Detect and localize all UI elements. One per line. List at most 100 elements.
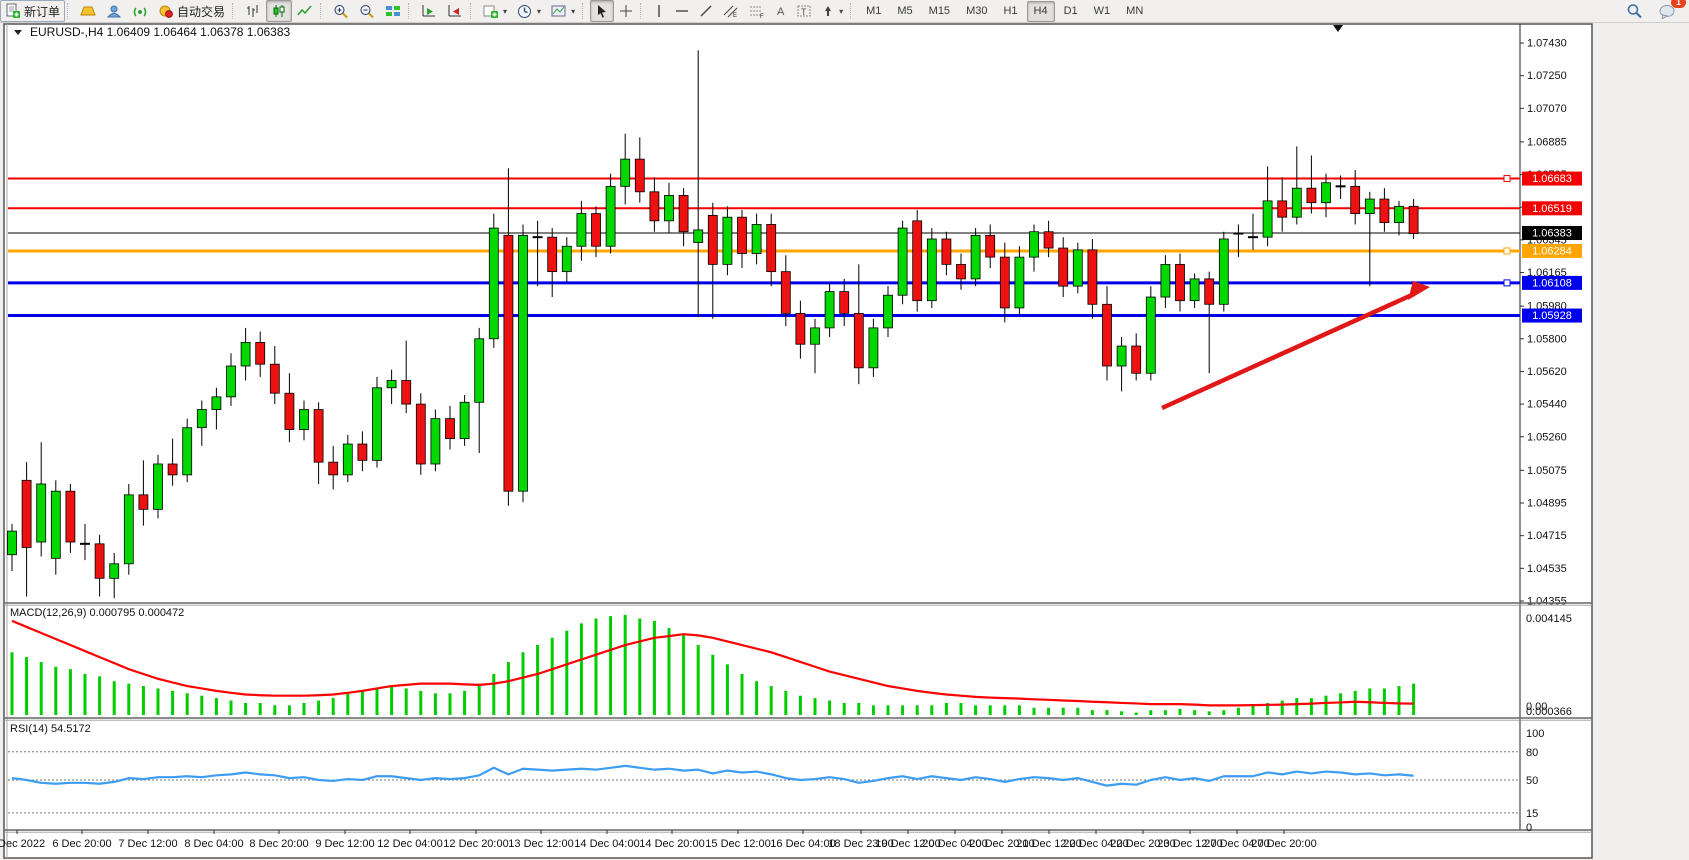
- y-axis-label: 1.06885: [1527, 136, 1567, 148]
- candle-body: [446, 419, 455, 439]
- candle-body: [592, 214, 601, 247]
- candle-body: [504, 235, 513, 491]
- y-axis-label: 1.05440: [1527, 399, 1567, 411]
- y-axis-label: 1.05260: [1527, 431, 1567, 443]
- candle-body: [373, 388, 382, 461]
- search-button[interactable]: [1621, 0, 1648, 22]
- timeframe-button-m1[interactable]: M1: [859, 1, 888, 22]
- horizontal-line-tool-button[interactable]: [670, 0, 694, 22]
- toolbar-separator: [320, 3, 326, 19]
- candle-body: [110, 564, 119, 579]
- price-line-handle[interactable]: [1504, 176, 1510, 182]
- line-chart-icon: [297, 4, 313, 18]
- tile-windows-button[interactable]: [380, 0, 406, 22]
- zoom-out-button[interactable]: [354, 0, 380, 22]
- fibonacci-tool-button[interactable]: F: [744, 0, 770, 22]
- rsi-axis-label: 100: [1526, 728, 1544, 740]
- timeframe-button-m5[interactable]: M5: [890, 1, 919, 22]
- timeframe-button-d1[interactable]: D1: [1057, 1, 1085, 22]
- time-label: 12 Dec 20:00: [443, 838, 508, 850]
- candle-body: [416, 404, 425, 464]
- line-chart-button[interactable]: [292, 0, 318, 22]
- candle-body: [270, 364, 279, 393]
- timeframe-button-h4[interactable]: H4: [1027, 1, 1055, 22]
- new-order-label: 新订单: [24, 3, 60, 20]
- arrows-tool-button[interactable]: ▾: [816, 0, 848, 22]
- chat-button[interactable]: 1: [1654, 0, 1681, 22]
- signals-button[interactable]: [127, 0, 153, 22]
- indicators-icon: [483, 4, 499, 18]
- candle-body: [1351, 186, 1360, 213]
- periods-icon: [517, 4, 533, 19]
- chart-canvas[interactable]: 1.074301.072501.070701.068851.067051.065…: [0, 22, 1689, 860]
- zoom-in-button[interactable]: [328, 0, 354, 22]
- candle-body: [811, 328, 820, 344]
- candle-body: [489, 228, 498, 339]
- main-toolbar: 新订单 自动交易: [0, 0, 1689, 23]
- candle-body: [1015, 257, 1024, 308]
- toolbar-separator: [67, 3, 73, 19]
- timeframe-button-m15[interactable]: M15: [922, 1, 957, 22]
- candle-body: [767, 224, 776, 271]
- auto-scroll-button[interactable]: [416, 0, 442, 22]
- timeframe-group: M1M5M15M30H1H4D1W1MN: [858, 0, 1151, 22]
- templates-button[interactable]: ▾: [546, 0, 580, 22]
- candle-body: [635, 159, 644, 192]
- candle-body: [124, 495, 133, 564]
- trendline-icon: [699, 4, 713, 18]
- timeframe-button-m30[interactable]: M30: [959, 1, 994, 22]
- candle-body: [1000, 257, 1009, 308]
- candle-body: [548, 237, 557, 271]
- candle-body: [212, 397, 221, 410]
- autotrading-button[interactable]: 自动交易: [153, 0, 230, 22]
- new-order-button[interactable]: 新订单: [0, 0, 65, 22]
- candle-body: [95, 544, 104, 578]
- candle-body: [854, 313, 863, 367]
- price-line-handle[interactable]: [1504, 280, 1510, 286]
- chevron-down-icon: ▾: [537, 7, 541, 16]
- price-line-handle[interactable]: [1504, 248, 1510, 254]
- candlestick-chart-button[interactable]: [266, 0, 292, 22]
- time-label: 12 Dec 04:00: [377, 838, 442, 850]
- gold-ingot-icon: [80, 4, 96, 18]
- text-tool-button[interactable]: A: [770, 0, 792, 22]
- y-axis-label: 1.07070: [1527, 103, 1567, 115]
- search-icon: [1626, 3, 1643, 19]
- candle-body: [387, 381, 396, 388]
- timeframe-button-h1[interactable]: H1: [996, 1, 1024, 22]
- vertical-line-tool-button[interactable]: [648, 0, 670, 22]
- candle-body: [606, 186, 615, 246]
- candle-body: [738, 217, 747, 253]
- timeframe-button-mn[interactable]: MN: [1119, 1, 1150, 22]
- candle-body: [621, 159, 630, 186]
- chart-shift-button[interactable]: [442, 0, 468, 22]
- price-label-1.06383: 1.06383: [1532, 227, 1572, 239]
- candle-body: [825, 292, 834, 328]
- trendline-tool-button[interactable]: [694, 0, 718, 22]
- chevron-down-icon: ▾: [571, 7, 575, 16]
- market-watch-button[interactable]: [75, 0, 101, 22]
- channel-tool-button[interactable]: E: [718, 0, 744, 22]
- candle-body: [227, 366, 236, 397]
- cursor-tool-button[interactable]: [590, 0, 614, 22]
- crosshair-tool-button[interactable]: [614, 0, 638, 22]
- timeframe-button-w1[interactable]: W1: [1087, 1, 1118, 22]
- candle-body: [1073, 250, 1082, 286]
- candle-body: [241, 342, 250, 366]
- toolbar-separator: [408, 3, 414, 19]
- toolbar-separator: [640, 3, 646, 19]
- auto-scroll-icon: [421, 4, 437, 18]
- text-label-tool-button[interactable]: T: [792, 0, 816, 22]
- periods-button[interactable]: ▾: [512, 0, 546, 22]
- community-button[interactable]: [101, 0, 127, 22]
- candle-body: [1190, 279, 1199, 301]
- candle-body: [66, 491, 75, 542]
- bar-chart-button[interactable]: [240, 0, 266, 22]
- candle-body: [577, 214, 586, 247]
- indicators-button[interactable]: ▾: [478, 0, 512, 22]
- candle-body: [913, 221, 922, 301]
- candle-body: [708, 215, 717, 264]
- candlestick-chart-icon: [271, 4, 287, 18]
- candle-body: [329, 462, 338, 475]
- candle-body: [781, 272, 790, 314]
